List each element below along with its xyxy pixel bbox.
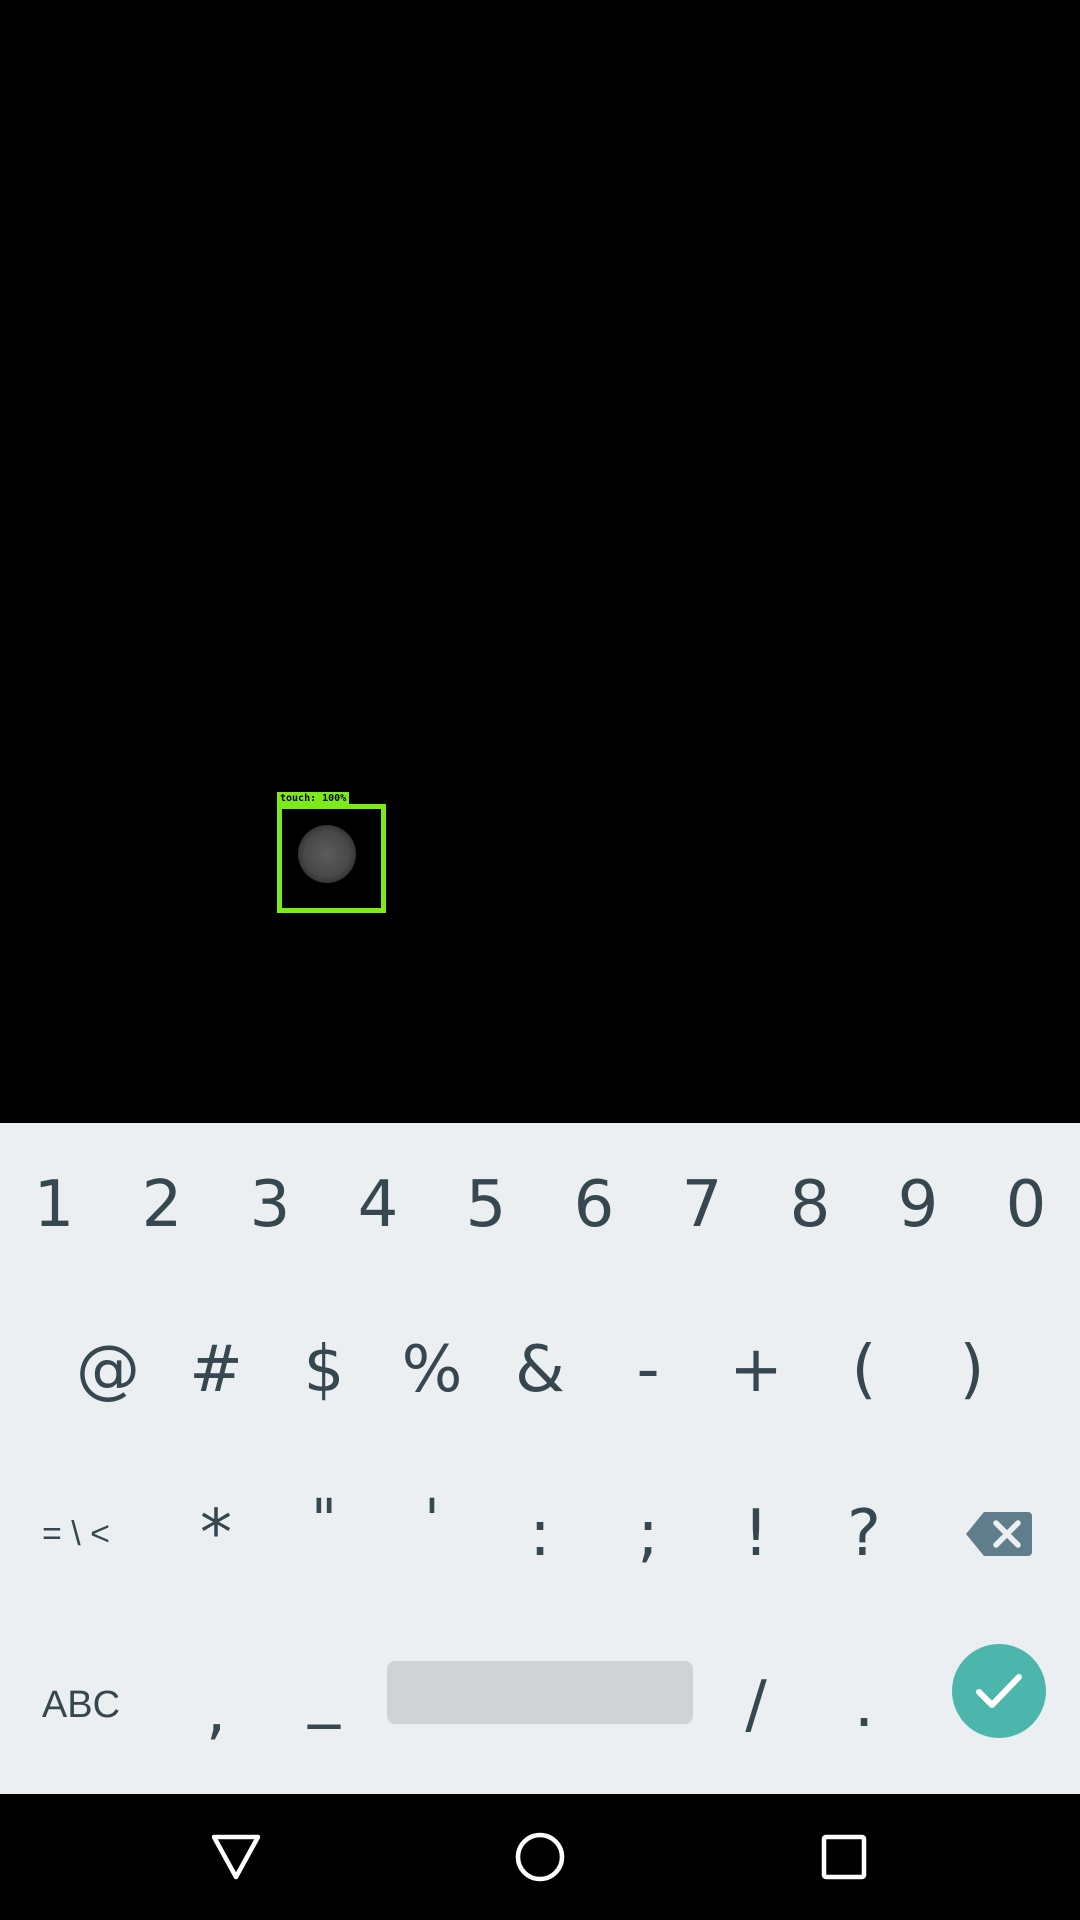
key-single-quote[interactable]: '	[378, 1452, 486, 1616]
navigation-bar	[0, 1794, 1080, 1920]
space-key[interactable]	[387, 1661, 693, 1724]
keyboard-row-symbols-1: @ # $ % & - + ( )	[0, 1287, 1080, 1452]
check-icon	[976, 1674, 1022, 1708]
camera-view: touch: 100%	[0, 0, 1080, 1123]
touch-indicator	[298, 825, 356, 883]
key-at[interactable]: @	[54, 1287, 162, 1452]
back-button[interactable]	[166, 1794, 306, 1920]
key-comma[interactable]: ,	[162, 1616, 270, 1794]
key-3[interactable]: 3	[216, 1123, 324, 1287]
keyboard-row-bottom: ABC , _ / .	[0, 1616, 1080, 1794]
more-symbols-key[interactable]: = \ <	[0, 1452, 152, 1616]
recents-button[interactable]	[774, 1794, 914, 1920]
key-asterisk[interactable]: *	[162, 1452, 270, 1616]
key-slash[interactable]: /	[702, 1616, 810, 1794]
key-dollar[interactable]: $	[270, 1287, 378, 1452]
key-minus[interactable]: -	[594, 1287, 702, 1452]
key-colon[interactable]: :	[486, 1452, 594, 1616]
key-question[interactable]: ?	[810, 1452, 918, 1616]
key-5[interactable]: 5	[432, 1123, 540, 1287]
key-underscore[interactable]: _	[270, 1616, 378, 1794]
enter-button[interactable]	[952, 1644, 1046, 1738]
key-6[interactable]: 6	[540, 1123, 648, 1287]
key-1[interactable]: 1	[0, 1123, 108, 1287]
backspace-icon	[966, 1512, 1032, 1556]
key-8[interactable]: 8	[756, 1123, 864, 1287]
key-7[interactable]: 7	[648, 1123, 756, 1287]
abc-key[interactable]: ABC	[0, 1616, 162, 1794]
recents-square-icon	[821, 1834, 867, 1880]
back-triangle-icon	[211, 1834, 261, 1880]
delete-key[interactable]	[918, 1452, 1080, 1616]
key-period[interactable]: .	[810, 1616, 918, 1794]
key-semicolon[interactable]: ;	[594, 1452, 702, 1616]
symbol-keyboard: 1 2 3 4 5 6 7 8 9 0 @ # $ % & - + ( ) = …	[0, 1123, 1080, 1794]
home-circle-icon	[515, 1832, 565, 1882]
key-ampersand[interactable]: &	[486, 1287, 594, 1452]
keyboard-row-symbols-2: = \ < * " ' : ; ! ?	[0, 1452, 1080, 1616]
key-2[interactable]: 2	[108, 1123, 216, 1287]
key-exclamation[interactable]: !	[702, 1452, 810, 1616]
key-4[interactable]: 4	[324, 1123, 432, 1287]
key-hash[interactable]: #	[162, 1287, 270, 1452]
key-percent[interactable]: %	[378, 1287, 486, 1452]
home-button[interactable]	[470, 1794, 610, 1920]
key-open-paren[interactable]: (	[810, 1287, 918, 1452]
key-plus[interactable]: +	[702, 1287, 810, 1452]
key-9[interactable]: 9	[864, 1123, 972, 1287]
key-close-paren[interactable]: )	[918, 1287, 1026, 1452]
key-0[interactable]: 0	[972, 1123, 1080, 1287]
key-double-quote[interactable]: "	[270, 1452, 378, 1616]
keyboard-row-digits: 1 2 3 4 5 6 7 8 9 0	[0, 1123, 1080, 1287]
